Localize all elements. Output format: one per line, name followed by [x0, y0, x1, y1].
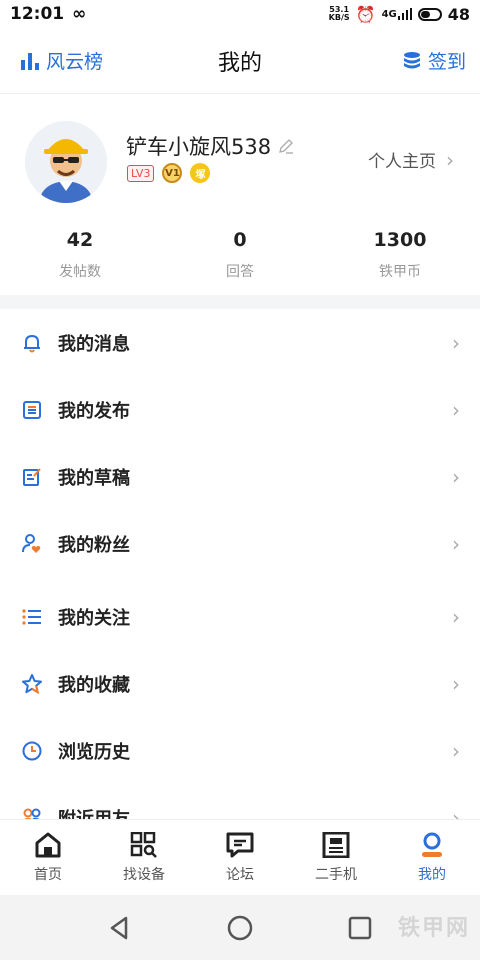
- grid-search-icon: [130, 831, 157, 858]
- menu-label: 我的草稿: [58, 467, 130, 489]
- clock-icon: [20, 739, 44, 763]
- battery-level: 48: [447, 4, 470, 24]
- level-badge: LV3: [127, 164, 155, 182]
- menu-label: 我的消息: [58, 333, 130, 355]
- avatar[interactable]: [25, 121, 107, 203]
- username: 铲车小旋风538: [126, 135, 272, 159]
- menu-label: 浏览历史: [58, 741, 130, 763]
- tab-label: 二手机: [315, 866, 357, 883]
- badge-row: LV3 V1 塚: [127, 163, 211, 183]
- stat-answers[interactable]: 0 回答: [160, 229, 320, 281]
- menu-item-history[interactable]: 浏览历史 ›: [0, 717, 480, 784]
- username-row[interactable]: 铲车小旋风538: [126, 131, 295, 161]
- chevron-right-icon: ›: [452, 397, 460, 422]
- tab-label: 首页: [34, 866, 62, 883]
- checkin-button[interactable]: 签到: [402, 47, 466, 74]
- stat-label: 发帖数: [59, 264, 101, 280]
- infinity-icon: ∞: [72, 4, 87, 24]
- tab-home[interactable]: 首页: [0, 820, 96, 895]
- stat-value: 42: [66, 229, 94, 251]
- homepage-label: 个人主页: [368, 152, 436, 172]
- medal-gold-icon: 塚: [190, 163, 211, 183]
- checkin-label: 签到: [427, 51, 466, 73]
- watermark-logo: 铁甲网: [397, 916, 470, 941]
- tab-mine[interactable]: 我的: [384, 820, 480, 895]
- people-icon: [20, 806, 44, 819]
- used-machine-icon: [322, 831, 350, 858]
- personal-homepage-link[interactable]: 个人主页 ›: [368, 147, 454, 173]
- chevron-right-icon: ›: [452, 738, 460, 763]
- chat-icon: [226, 832, 254, 857]
- menu-item-nearby[interactable]: 附近用友 ›: [0, 784, 480, 819]
- home-circle-icon[interactable]: [226, 914, 254, 942]
- menu-item-favorites[interactable]: 我的收藏 ›: [0, 650, 480, 717]
- menu-item-fans[interactable]: 我的粉丝 ›: [0, 510, 480, 577]
- document-icon: [20, 398, 44, 422]
- menu-item-drafts[interactable]: 我的草稿 ›: [0, 443, 480, 510]
- tab-label: 找设备: [123, 866, 165, 883]
- coins-icon: [403, 51, 420, 68]
- signal-icon: 4G: [382, 8, 412, 20]
- edit-icon: [20, 465, 44, 489]
- tab-find-equipment[interactable]: 找设备: [96, 820, 192, 895]
- menu-label: 我的发布: [58, 400, 130, 422]
- menu-list: 我的消息 › 我的发布 › 我的草稿 › 我的粉丝 › 我的关注 › 我的收藏 …: [0, 309, 480, 819]
- chevron-right-icon: ›: [452, 604, 460, 629]
- star-icon: [20, 672, 44, 696]
- person-icon: [422, 832, 442, 857]
- back-icon[interactable]: [106, 914, 134, 942]
- alarm-icon: ⏰: [355, 4, 376, 24]
- menu-item-messages[interactable]: 我的消息 ›: [0, 309, 480, 376]
- tab-label: 论坛: [226, 866, 254, 883]
- chevron-right-icon: ›: [446, 147, 454, 172]
- stat-posts[interactable]: 42 发帖数: [0, 229, 160, 281]
- chevron-right-icon: ›: [452, 805, 460, 820]
- fans-icon: [20, 532, 44, 556]
- list-icon: [20, 605, 44, 629]
- system-nav-bar: 铁甲网: [0, 895, 480, 960]
- profile-section: 铲车小旋风538 LV3 V1 塚 个人主页 › 42 发帖数 0 回答 130…: [0, 95, 480, 295]
- recents-icon[interactable]: [346, 914, 374, 942]
- battery-icon: [417, 7, 442, 21]
- chevron-right-icon: ›: [452, 531, 460, 556]
- ranking-label: 风云榜: [46, 51, 104, 73]
- top-header: 风云榜 我的 签到: [0, 28, 480, 94]
- stats-row: 42 发帖数 0 回答 1300 铁甲币: [0, 229, 480, 281]
- ranking-button[interactable]: 风云榜: [20, 47, 103, 74]
- menu-label: 我的粉丝: [58, 534, 130, 556]
- chevron-right-icon: ›: [452, 671, 460, 696]
- tab-label: 我的: [418, 866, 446, 883]
- stat-label: 回答: [226, 264, 254, 280]
- medal-v1-icon: V1: [162, 163, 183, 183]
- chevron-right-icon: ›: [452, 464, 460, 489]
- bottom-tab-bar: 首页 找设备 论坛 二手机 我的: [0, 819, 480, 895]
- bell-icon: [20, 331, 44, 355]
- network-speed: 53.1 KB/S: [328, 5, 350, 22]
- menu-item-following[interactable]: 我的关注 ›: [0, 583, 480, 650]
- stat-value: 0: [233, 229, 247, 251]
- status-time: 12:01: [10, 4, 65, 24]
- status-bar: 12:01 ∞ 53.1 KB/S ⏰ 4G 48: [0, 0, 480, 28]
- stat-value: 1300: [373, 229, 427, 251]
- stat-label: 铁甲币: [379, 264, 421, 280]
- edit-pencil-icon[interactable]: [277, 137, 295, 155]
- section-divider: [0, 295, 480, 309]
- menu-label: 我的收藏: [58, 674, 130, 696]
- menu-label: 附近用友: [58, 808, 130, 820]
- stat-coins[interactable]: 1300 铁甲币: [320, 229, 480, 281]
- home-icon: [35, 832, 61, 857]
- tab-used-machines[interactable]: 二手机: [288, 820, 384, 895]
- chevron-right-icon: ›: [452, 330, 460, 355]
- tab-forum[interactable]: 论坛: [192, 820, 288, 895]
- menu-label: 我的关注: [58, 607, 130, 629]
- bar-chart-icon: [21, 52, 39, 70]
- menu-item-posts[interactable]: 我的发布 ›: [0, 376, 480, 443]
